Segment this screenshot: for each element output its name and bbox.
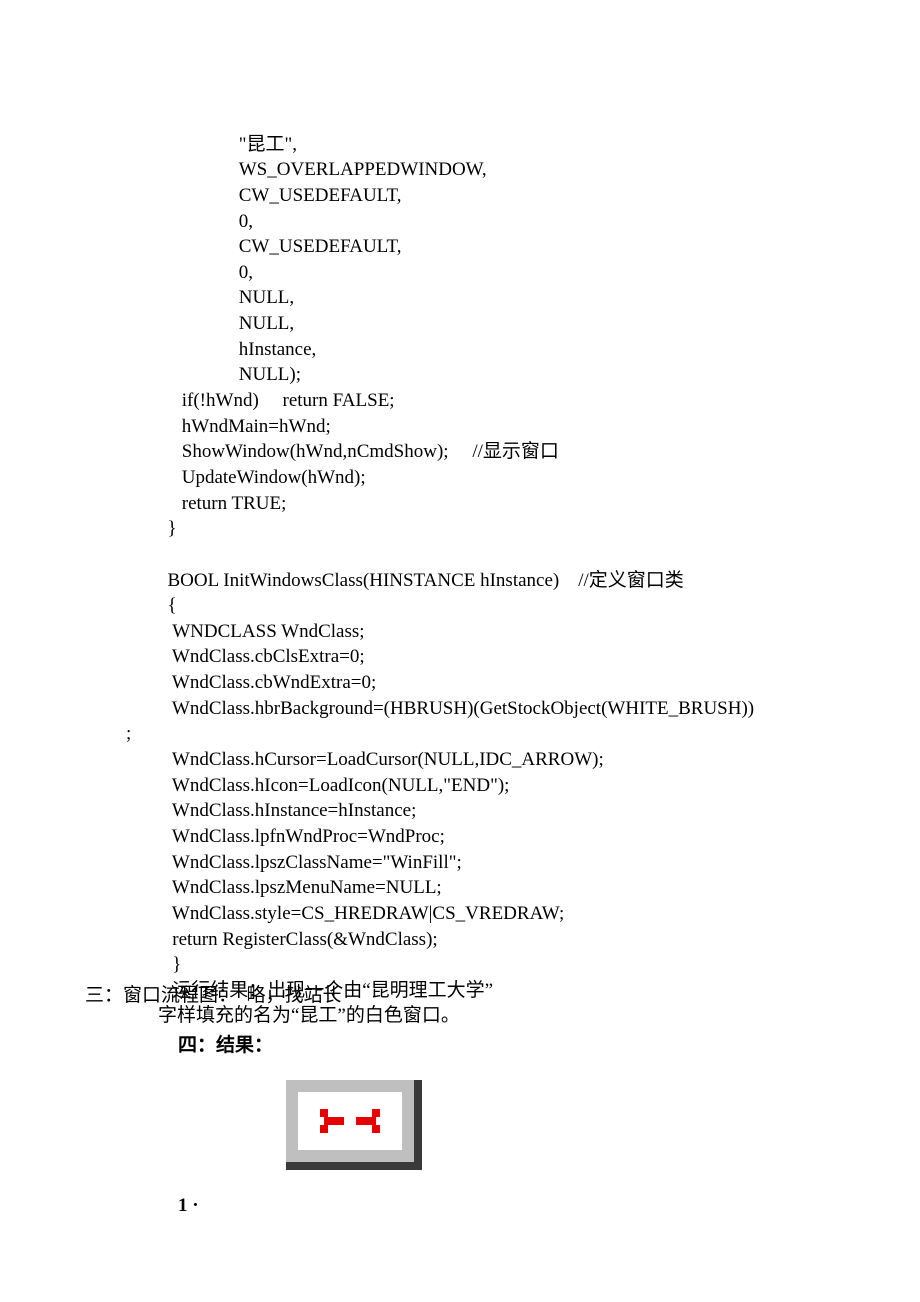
code-line: UpdateWindow(hWnd); xyxy=(158,467,366,488)
code-line: if(!hWnd) return FALSE; xyxy=(158,390,395,411)
code-line: WndClass.hIcon=LoadIcon(NULL,"END"); xyxy=(158,775,509,796)
code-line: hInstance, xyxy=(158,339,316,360)
code-line: WndClass.lpszClassName="WinFill"; xyxy=(158,852,462,873)
code-line: CW_USEDEFAULT, xyxy=(158,185,401,206)
code-line: NULL, xyxy=(158,287,294,308)
code-line: WndClass.lpszMenuName=NULL; xyxy=(158,877,442,898)
code-line: WndClass.lpfnWndProc=WndProc; xyxy=(158,826,445,847)
code-line: WNDCLASS WndClass; xyxy=(158,621,365,642)
window-client-area xyxy=(298,1092,402,1150)
code-line: WS_OVERLAPPEDWINDOW, xyxy=(158,159,487,180)
code-line: WndClass.hInstance=hInstance; xyxy=(158,800,416,821)
document-page: "昆工", WS_OVERLAPPEDWINDOW, CW_USEDEFAULT… xyxy=(0,0,920,1302)
code-block: "昆工", WS_OVERLAPPEDWINDOW, CW_USEDEFAULT… xyxy=(158,106,754,1029)
code-line: return RegisterClass(&WndClass); xyxy=(158,929,438,950)
code-line: WndClass.style=CS_HREDRAW|CS_VREDRAW; xyxy=(158,903,564,924)
code-line: ShowWindow(hWnd,nCmdShow); //显示窗口 xyxy=(158,441,559,462)
section-four-heading: 四：结果： xyxy=(178,1033,273,1059)
red-bowtie-icon xyxy=(320,1109,380,1133)
code-line: BOOL InitWindowsClass(HINSTANCE hInstanc… xyxy=(158,570,684,591)
window-frame xyxy=(286,1080,414,1162)
code-line: 0, xyxy=(158,262,253,283)
code-line: { xyxy=(158,595,177,616)
code-line: hWndMain=hWnd; xyxy=(158,416,331,437)
code-line: 0, xyxy=(158,211,253,232)
window-shadow xyxy=(286,1080,422,1170)
code-line: CW_USEDEFAULT, xyxy=(158,236,401,257)
code-line: NULL, xyxy=(158,313,294,334)
code-line: ; xyxy=(126,723,131,744)
code-line: } xyxy=(158,518,177,539)
page-number: 1 · xyxy=(178,1193,199,1219)
code-line: WndClass.hbrBackground=(HBRUSH)(GetStock… xyxy=(158,698,754,719)
code-line: "昆工", xyxy=(158,134,297,155)
result-window-icon xyxy=(286,1080,422,1170)
section-three-heading: 三：窗口流程图： 略，找站长 xyxy=(85,983,342,1009)
code-line: WndClass.hCursor=LoadCursor(NULL,IDC_ARR… xyxy=(158,749,604,770)
code-line: return TRUE; xyxy=(158,493,286,514)
code-line: } xyxy=(158,954,181,975)
code-line: NULL); xyxy=(158,364,301,385)
code-line: WndClass.cbClsExtra=0; xyxy=(158,646,365,667)
code-line: WndClass.cbWndExtra=0; xyxy=(158,672,376,693)
